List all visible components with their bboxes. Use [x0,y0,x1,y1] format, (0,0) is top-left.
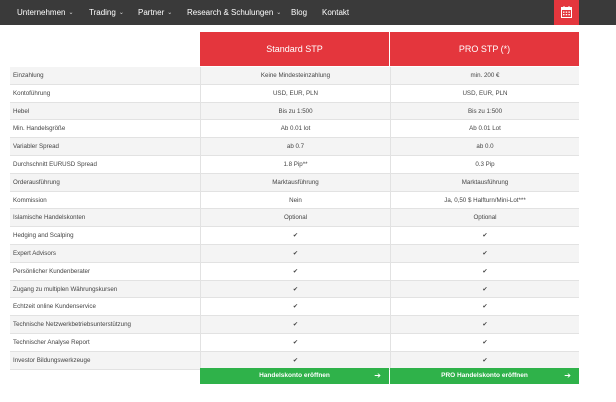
check-icon: ✔ [200,334,390,351]
chevron-down-icon: ⌄ [68,10,74,16]
check-icon: ✔ [390,351,579,369]
table-row: Persönlicher Kundenberater ✔ ✔ [10,262,579,281]
check-icon: ✔ [200,262,390,280]
row-label: Orderausführung [13,178,60,186]
table-row: Hedging and Scalping ✔ ✔ [10,227,579,245]
nav-item-label: Trading [89,8,116,17]
table-row: Orderausführung Marktausführung Marktaus… [10,173,579,192]
arrow-right-icon: ➔ [564,371,571,380]
pro-value: Ab 0.01 Lot [390,120,579,138]
open-standard-account-button[interactable]: Handelskonto eröffnen ➔ [200,368,389,384]
table-row: Technischer Analyse Report ✔ ✔ [10,334,579,352]
table-row: Durchschnitt EURUSD Spread 1.8 Pip** 0.3… [10,156,579,174]
row-label: Min. Handelsgröße [13,125,66,133]
check-icon: ✔ [390,262,579,280]
nav-item-label: Partner [138,8,165,17]
standard-value: Optional [200,209,390,227]
row-label: Variabler Spread [13,143,59,151]
table-row: Hebel Bis zu 1:500 Bis zu 1:500 [10,102,579,121]
check-icon: ✔ [390,280,579,298]
pro-value: Optional [390,209,579,227]
check-icon: ✔ [200,298,390,316]
pro-value: min. 200 € [390,67,579,84]
pro-value: 0.3 Pip [390,156,579,173]
pro-value: Bis zu 1:500 [390,102,579,120]
chevron-down-icon: ⌄ [167,10,173,16]
pro-value: USD, EUR, PLN [390,84,579,102]
nav-item-label: Kontakt [322,8,350,17]
arrow-right-icon: ➔ [374,371,381,380]
check-icon: ✔ [390,227,579,245]
pro-value: Marktausführung [390,173,579,191]
table-row: Einzahlung Keine Mindesteinzahlung min. … [10,67,579,85]
pro-value: ab 0.0 [390,138,579,156]
check-icon: ✔ [390,298,579,316]
nav-item-kontakt[interactable]: Kontakt [322,0,349,25]
table-row: Kontoführung USD, EUR, PLN USD, EUR, PLN [10,84,579,103]
chevron-down-icon: ⌄ [276,10,282,16]
cta-label: PRO Handelskonto eröffnen [441,372,528,379]
standard-value: USD, EUR, PLN [200,84,390,102]
nav-item-partner[interactable]: Partner ⌄ [138,0,172,25]
plan-header-pro: PRO STP (*) [390,32,579,66]
nav-item-label: Blog [291,8,308,17]
standard-value: Bis zu 1:500 [200,102,390,120]
row-label: Persönlicher Kundenberater [13,267,91,275]
row-label: Expert Advisors [13,250,56,257]
row-label: Investor Bildungswerkzeuge [13,356,91,364]
row-label: Hedging and Scalping [13,232,74,240]
nav-item-research-schulungen[interactable]: Research & Schulungen ⌄ [187,0,281,25]
row-label: Technischer Analyse Report [13,339,90,346]
cta-label: Handelskonto eröffnen [259,372,330,379]
row-label: Hebel [13,107,30,115]
standard-value: 1.8 Pip** [200,156,390,173]
standard-value: Keine Mindesteinzahlung [200,67,390,84]
row-label: Zugang zu multiplen Währungskursen [13,285,118,293]
check-icon: ✔ [390,316,579,334]
check-icon: ✔ [200,280,390,298]
row-label: Echtzeit online Kundenservice [13,303,96,311]
chevron-down-icon: ⌄ [118,10,124,16]
row-label: Islamische Handelskonten [13,214,86,222]
row-label: Kontoführung [13,89,51,97]
table-row: Zugang zu multiplen Währungskursen ✔ ✔ [10,280,579,299]
standard-value: ab 0.7 [200,138,390,156]
table-row: Echtzeit online Kundenservice ✔ ✔ [10,298,579,317]
nav-item-blog[interactable]: Blog [291,0,307,25]
open-pro-account-button[interactable]: PRO Handelskonto eröffnen ➔ [390,368,579,384]
check-icon: ✔ [200,316,390,334]
check-icon: ✔ [390,245,579,262]
check-icon: ✔ [200,227,390,245]
table-row: Expert Advisors ✔ ✔ [10,245,579,263]
nav-item-label: Research & Schulungen [187,8,274,17]
table-row: Investor Bildungswerkzeuge ✔ ✔ [10,351,579,370]
standard-value: Marktausführung [200,173,390,191]
nav-item-label: Unternehmen [17,8,66,17]
pro-value: Ja, 0,50 $ Halfturn/Mini-Lot*** [390,191,579,209]
standard-value: Nein [200,191,390,209]
row-label: Einzahlung [13,72,44,79]
row-label: Durchschnitt EURUSD Spread [13,161,97,168]
check-icon: ✔ [390,334,579,351]
calendar-icon [561,6,572,18]
table-row: Kommission Nein Ja, 0,50 $ Halfturn/Mini… [10,191,579,210]
standard-value: Ab 0.01 lot [200,120,390,138]
top-navigation: Unternehmen ⌄ Trading ⌄ Partner ⌄ Research … [0,0,616,25]
nav-item-unternehmen[interactable]: Unternehmen ⌄ [17,0,74,25]
row-label: Kommission [13,196,47,204]
row-label: Technische Netzwerkbetriebsunterstützung [13,321,131,329]
calendar-button[interactable] [554,0,579,25]
table-row: Min. Handelsgröße Ab 0.01 lot Ab 0.01 Lo… [10,120,579,139]
table-row: Variabler Spread ab 0.7 ab 0.0 [10,138,579,156]
check-icon: ✔ [200,245,390,262]
table-row: Islamische Handelskonten Optional Option… [10,209,579,228]
check-icon: ✔ [200,351,390,369]
plan-header-standard: Standard STP [200,32,389,66]
nav-item-trading[interactable]: Trading ⌄ [89,0,124,25]
table-row: Technische Netzwerkbetriebsunterstützung… [10,316,579,334]
